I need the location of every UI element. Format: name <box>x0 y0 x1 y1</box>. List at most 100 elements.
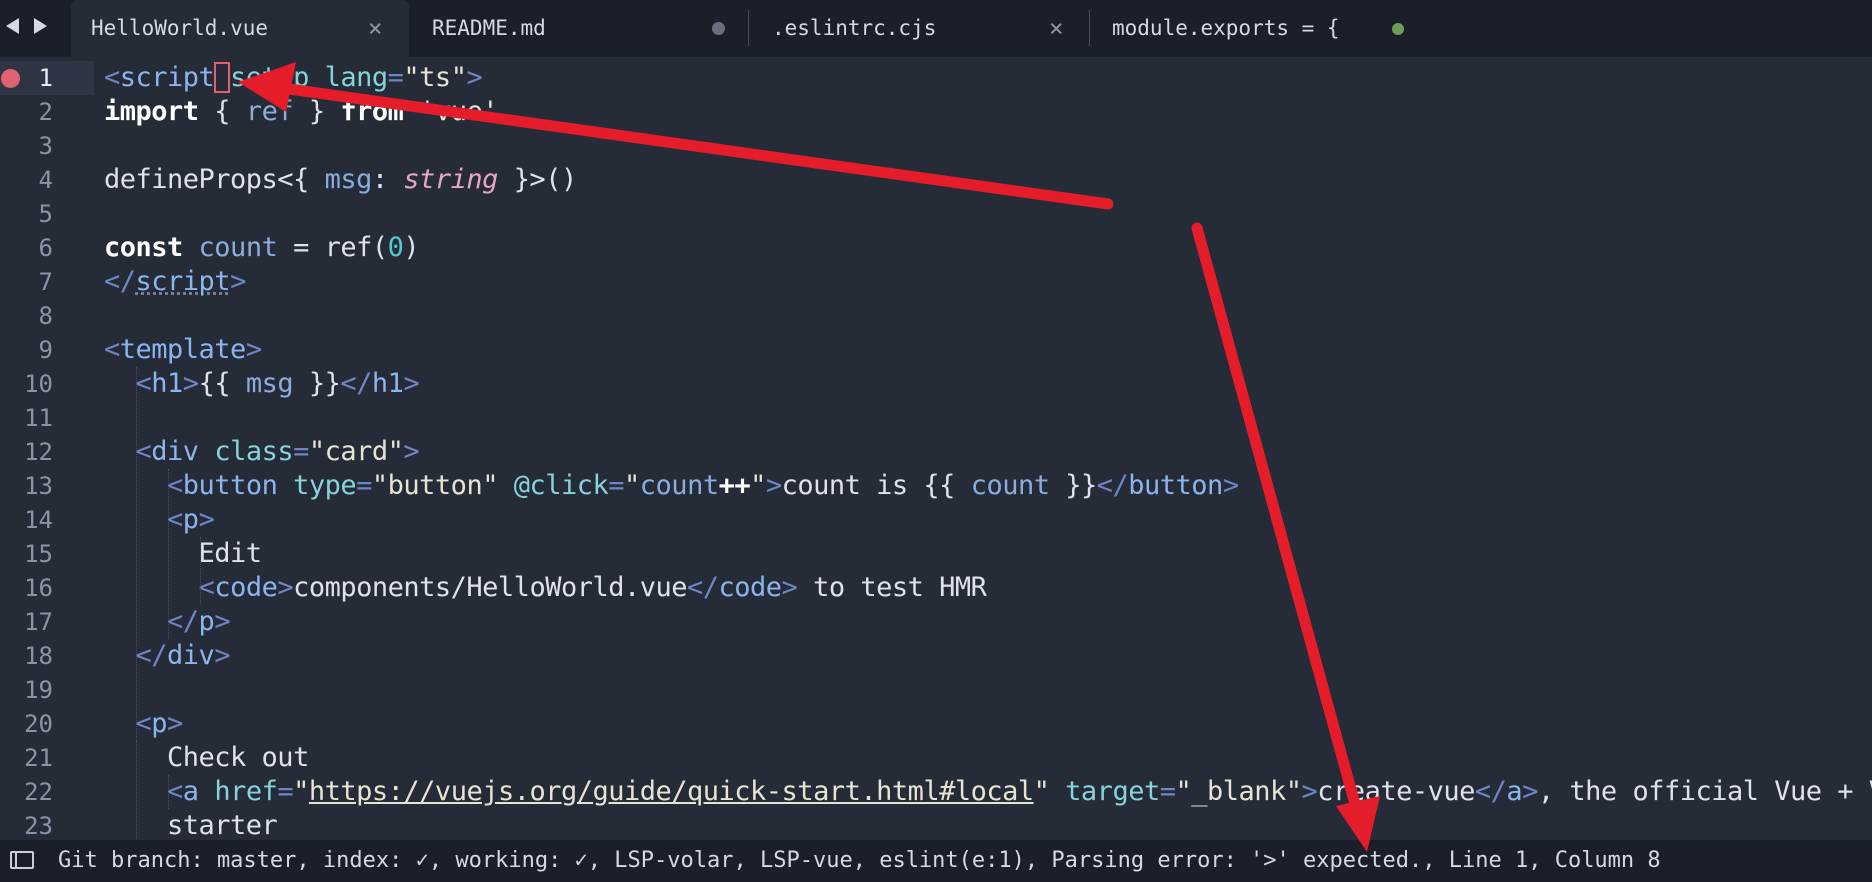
line-number: 6 <box>38 234 53 262</box>
code-token: = <box>1159 776 1176 807</box>
navigate-forward-icon[interactable] <box>34 18 47 34</box>
code-line[interactable]: 6 const count = ref(0) <box>0 231 1872 265</box>
code-token: button <box>182 470 278 501</box>
tab-label: .eslintrc.cjs <box>772 16 937 40</box>
code-token: starter <box>104 810 278 840</box>
line-number: 23 <box>24 812 53 840</box>
code-token: > <box>277 572 294 603</box>
code-token: Check out <box>104 742 309 773</box>
code-line[interactable]: 14 <p> <box>0 503 1872 537</box>
unsaved-dot-icon[interactable] <box>712 22 725 35</box>
code-text[interactable]: <p> <box>104 503 215 537</box>
line-number: 11 <box>24 404 53 432</box>
code-line[interactable]: 23 starter <box>0 809 1872 840</box>
line-number: 21 <box>24 744 53 772</box>
line-number: 9 <box>38 336 53 364</box>
code-editor[interactable]: 1 <script setup lang="ts"> 2 import { ref }… <box>0 57 1872 840</box>
code-token: = <box>293 436 309 467</box>
code-token: > <box>765 470 782 501</box>
code-token: button <box>1128 470 1223 501</box>
code-token: @click <box>513 470 609 501</box>
code-token: "button" <box>371 470 499 501</box>
tab-eslintrc-cjs[interactable]: .eslintrc.cjs <box>752 0 1082 57</box>
code-line[interactable]: 13 <button type="button" @click="count++… <box>0 469 1872 503</box>
code-line[interactable]: 22 <a href="https://vuejs.org/guide/quic… <box>0 775 1872 809</box>
code-line[interactable]: 17 </p> <box>0 605 1872 639</box>
code-text[interactable]: <template> <box>104 333 262 367</box>
code-text[interactable]: <h1>{{ msg }}</h1> <box>104 367 420 401</box>
code-token: a <box>182 776 199 807</box>
code-token: p <box>182 504 199 535</box>
tab-module-exports[interactable]: module.exports = { <box>1092 0 1422 57</box>
code-text[interactable]: Edit <box>104 537 263 571</box>
code-token: </ <box>135 640 168 671</box>
code-text[interactable]: <a href="https://vuejs.org/guide/quick-s… <box>104 775 1872 809</box>
code-line[interactable]: 19 <box>0 673 1872 707</box>
code-text[interactable]: <div class="card"> <box>104 435 420 469</box>
code-token: " <box>750 470 766 501</box>
close-tab-icon[interactable]: × <box>1049 0 1063 57</box>
line-number: 14 <box>24 506 53 534</box>
code-line[interactable]: 5 <box>0 197 1872 231</box>
code-line[interactable]: 1 <script setup lang="ts"> <box>0 61 1872 95</box>
code-text[interactable]: const count = ref(0) <box>104 231 420 265</box>
code-token: h1 <box>151 368 183 399</box>
close-tab-icon[interactable]: × <box>368 0 382 57</box>
code-token: p <box>198 606 215 637</box>
line-number: 13 <box>24 472 53 500</box>
code-token: import <box>104 96 199 127</box>
line-number: 12 <box>24 438 53 466</box>
code-token: const <box>104 232 183 263</box>
code-token: script <box>135 266 231 297</box>
code-text[interactable]: defineProps<{ msg: string }>() <box>104 163 577 197</box>
code-text[interactable]: <code>components/HelloWorld.vue</code> t… <box>104 571 987 605</box>
code-text[interactable]: <p> <box>104 707 184 741</box>
code-text[interactable]: import { ref } from 'vue' <box>104 95 498 129</box>
code-token: 'vue' <box>419 96 498 127</box>
code-text[interactable]: Check out <box>104 741 309 775</box>
code-line[interactable]: 11 <box>0 401 1872 435</box>
code-text[interactable]: starter <box>104 809 278 840</box>
code-token: count <box>970 470 1050 501</box>
tab-bar: HelloWorld.vue × README.md .eslintrc.cjs… <box>0 0 1872 57</box>
code-text[interactable]: </div> <box>104 639 231 673</box>
navigate-back-icon[interactable] <box>6 18 19 34</box>
code-token: </ <box>167 606 199 637</box>
code-token: = <box>356 470 372 501</box>
tab-readme-md[interactable]: README.md <box>412 0 732 57</box>
tab-helloworld-vue[interactable]: HelloWorld.vue <box>71 0 409 57</box>
code-line[interactable]: 8 <box>0 299 1872 333</box>
code-line[interactable]: 2 import { ref } from 'vue' <box>0 95 1872 129</box>
code-line[interactable]: 12 <div class="card"> <box>0 435 1872 469</box>
line-number: 19 <box>24 676 53 704</box>
code-token: ref <box>245 96 294 127</box>
code-token: </ <box>340 368 372 399</box>
code-token: "ts" <box>403 62 467 93</box>
line-number: 15 <box>24 540 53 568</box>
status-dot-icon[interactable] <box>1392 23 1404 35</box>
code-line[interactable]: 3 <box>0 129 1872 163</box>
code-token: target <box>1065 776 1160 807</box>
code-token: Edit <box>104 538 263 569</box>
indent-guide <box>168 775 169 809</box>
code-line[interactable]: 9 <template> <box>0 333 1872 367</box>
code-line[interactable]: 18 </div> <box>0 639 1872 673</box>
code-text[interactable]: <button type="button" @click="count++">c… <box>104 469 1239 503</box>
code-line[interactable]: 4 defineProps<{ msg: string }>() <box>0 163 1872 197</box>
code-line[interactable]: 20 <p> <box>0 707 1872 741</box>
code-line[interactable]: 21 Check out <box>0 741 1872 775</box>
code-token: > <box>214 606 231 637</box>
line-number: 8 <box>38 302 53 330</box>
code-line[interactable]: 10 <h1>{{ msg }}</h1> <box>0 367 1872 401</box>
code-line[interactable]: 15 Edit <box>0 537 1872 571</box>
code-text[interactable]: </script> <box>104 265 246 299</box>
indent-guide <box>136 741 137 809</box>
code-line[interactable]: 16 <code>components/HelloWorld.vue</code… <box>0 571 1872 605</box>
toggle-panel-icon[interactable] <box>10 851 34 869</box>
code-line[interactable]: 7 </script> <box>0 265 1872 299</box>
code-text[interactable]: <script setup lang="ts"> <box>104 61 483 95</box>
